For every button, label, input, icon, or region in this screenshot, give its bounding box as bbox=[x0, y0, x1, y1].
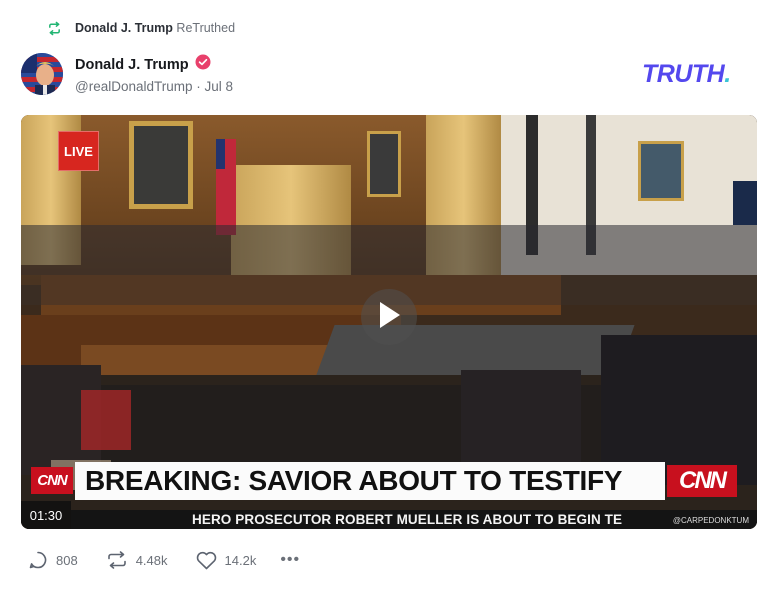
retruth-user-link[interactable]: Donald J. Trump bbox=[75, 21, 173, 35]
retruth-count: 4.48k bbox=[135, 552, 168, 568]
headline-text: BREAKING: SAVIOR ABOUT TO TESTIFY bbox=[85, 465, 623, 496]
retruth-button[interactable]: 4.48k bbox=[106, 550, 168, 570]
headline-bar: BREAKING: SAVIOR ABOUT TO TESTIFY bbox=[75, 462, 665, 500]
like-button[interactable]: 14.2k bbox=[196, 551, 257, 570]
ticker-text: HERO PROSECUTOR ROBERT MUELLER IS ABOUT … bbox=[192, 512, 623, 527]
reply-button[interactable]: 808 bbox=[28, 550, 78, 570]
user-handle[interactable]: @realDonaldTrump bbox=[75, 79, 193, 94]
news-banner: CNN BREAKING: SAVIOR ABOUT TO TESTIFY CN… bbox=[27, 462, 757, 510]
post-date[interactable]: Jul 8 bbox=[205, 79, 234, 94]
video-duration: 01:30 bbox=[21, 501, 71, 529]
post-actions: 808 4.48k 14.2k ••• bbox=[28, 550, 300, 570]
reply-count: 808 bbox=[56, 552, 78, 568]
play-icon bbox=[376, 300, 402, 335]
retruth-label: ReTruthed bbox=[176, 21, 236, 35]
more-options-button[interactable]: ••• bbox=[280, 551, 300, 569]
like-count: 14.2k bbox=[224, 552, 257, 568]
retruth-action-icon bbox=[106, 550, 128, 570]
video-player[interactable]: LIVE CNN BREAKING: SAVIOR ABOUT TO TESTI… bbox=[21, 115, 757, 529]
play-button[interactable] bbox=[361, 289, 417, 345]
display-name[interactable]: Donald J. Trump bbox=[75, 57, 189, 73]
watermark: @CARPEDONKTUM bbox=[670, 515, 751, 526]
separator: · bbox=[196, 78, 201, 94]
retruth-indicator: Donald J. Trump ReTruthed bbox=[47, 19, 235, 37]
reply-icon bbox=[28, 550, 48, 570]
live-badge: LIVE bbox=[58, 131, 99, 171]
cnn-logo-large: CNN bbox=[667, 465, 737, 497]
cnn-logo-small: CNN bbox=[31, 467, 73, 494]
verified-badge-icon bbox=[195, 54, 211, 75]
news-ticker: HERO PROSECUTOR ROBERT MUELLER IS ABOUT … bbox=[71, 510, 757, 529]
truth-logo[interactable]: TRUTH. bbox=[642, 60, 731, 89]
retruth-icon bbox=[47, 21, 62, 36]
avatar[interactable] bbox=[21, 53, 63, 95]
handle-row: @realDonaldTrump · Jul 8 bbox=[75, 79, 233, 94]
logo-text: TRUTH bbox=[642, 60, 725, 88]
heart-icon bbox=[196, 551, 217, 570]
post-header: Donald J. Trump @realDonaldTrump · Jul 8 bbox=[21, 53, 233, 95]
logo-dot: . bbox=[724, 60, 731, 88]
